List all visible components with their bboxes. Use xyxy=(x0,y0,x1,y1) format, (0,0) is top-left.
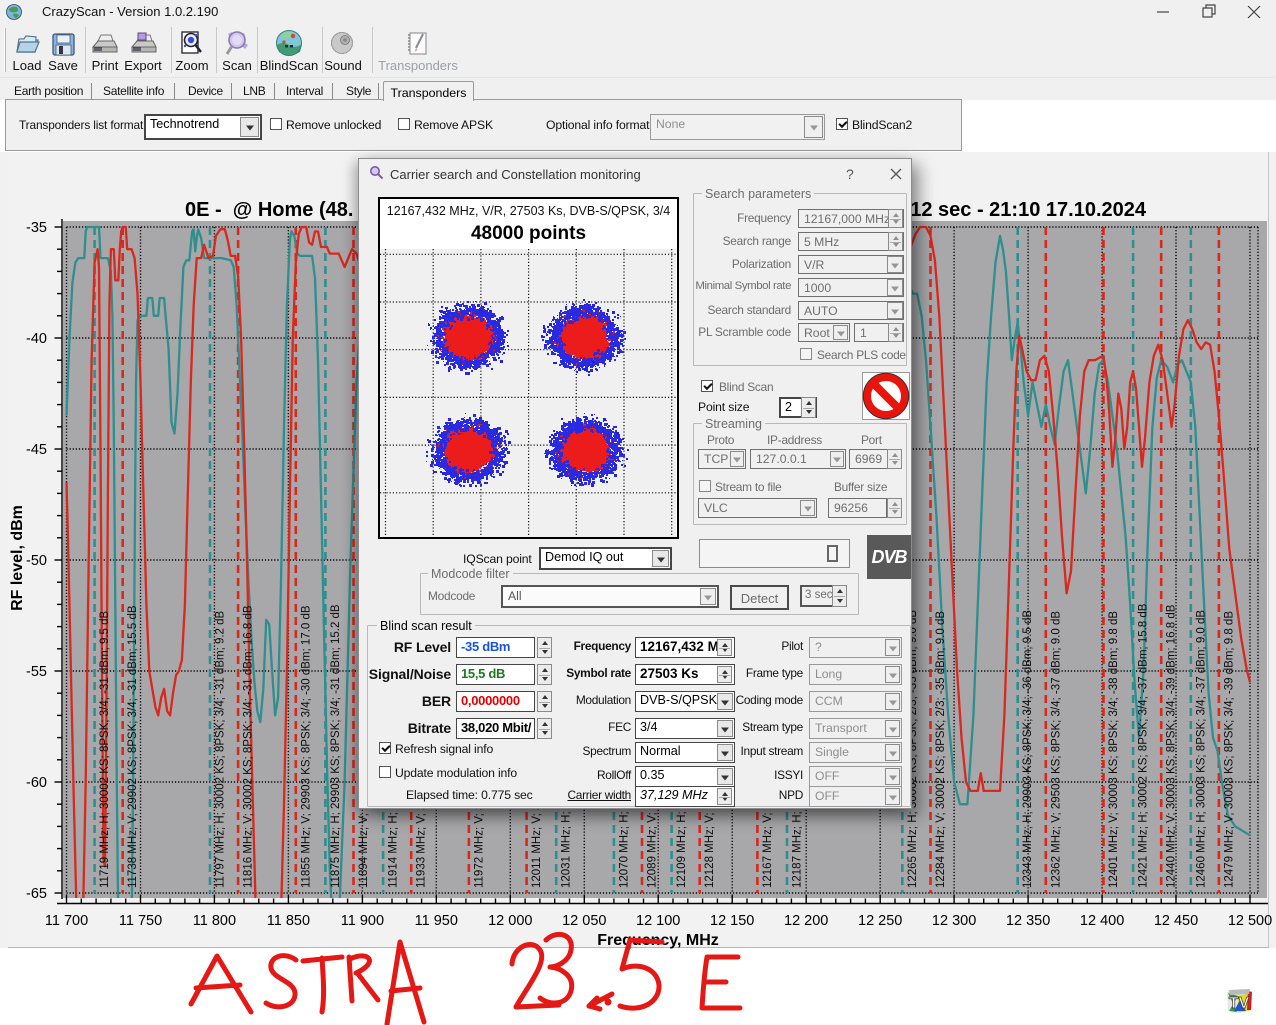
svg-text:TV: TV xyxy=(1229,995,1250,1012)
